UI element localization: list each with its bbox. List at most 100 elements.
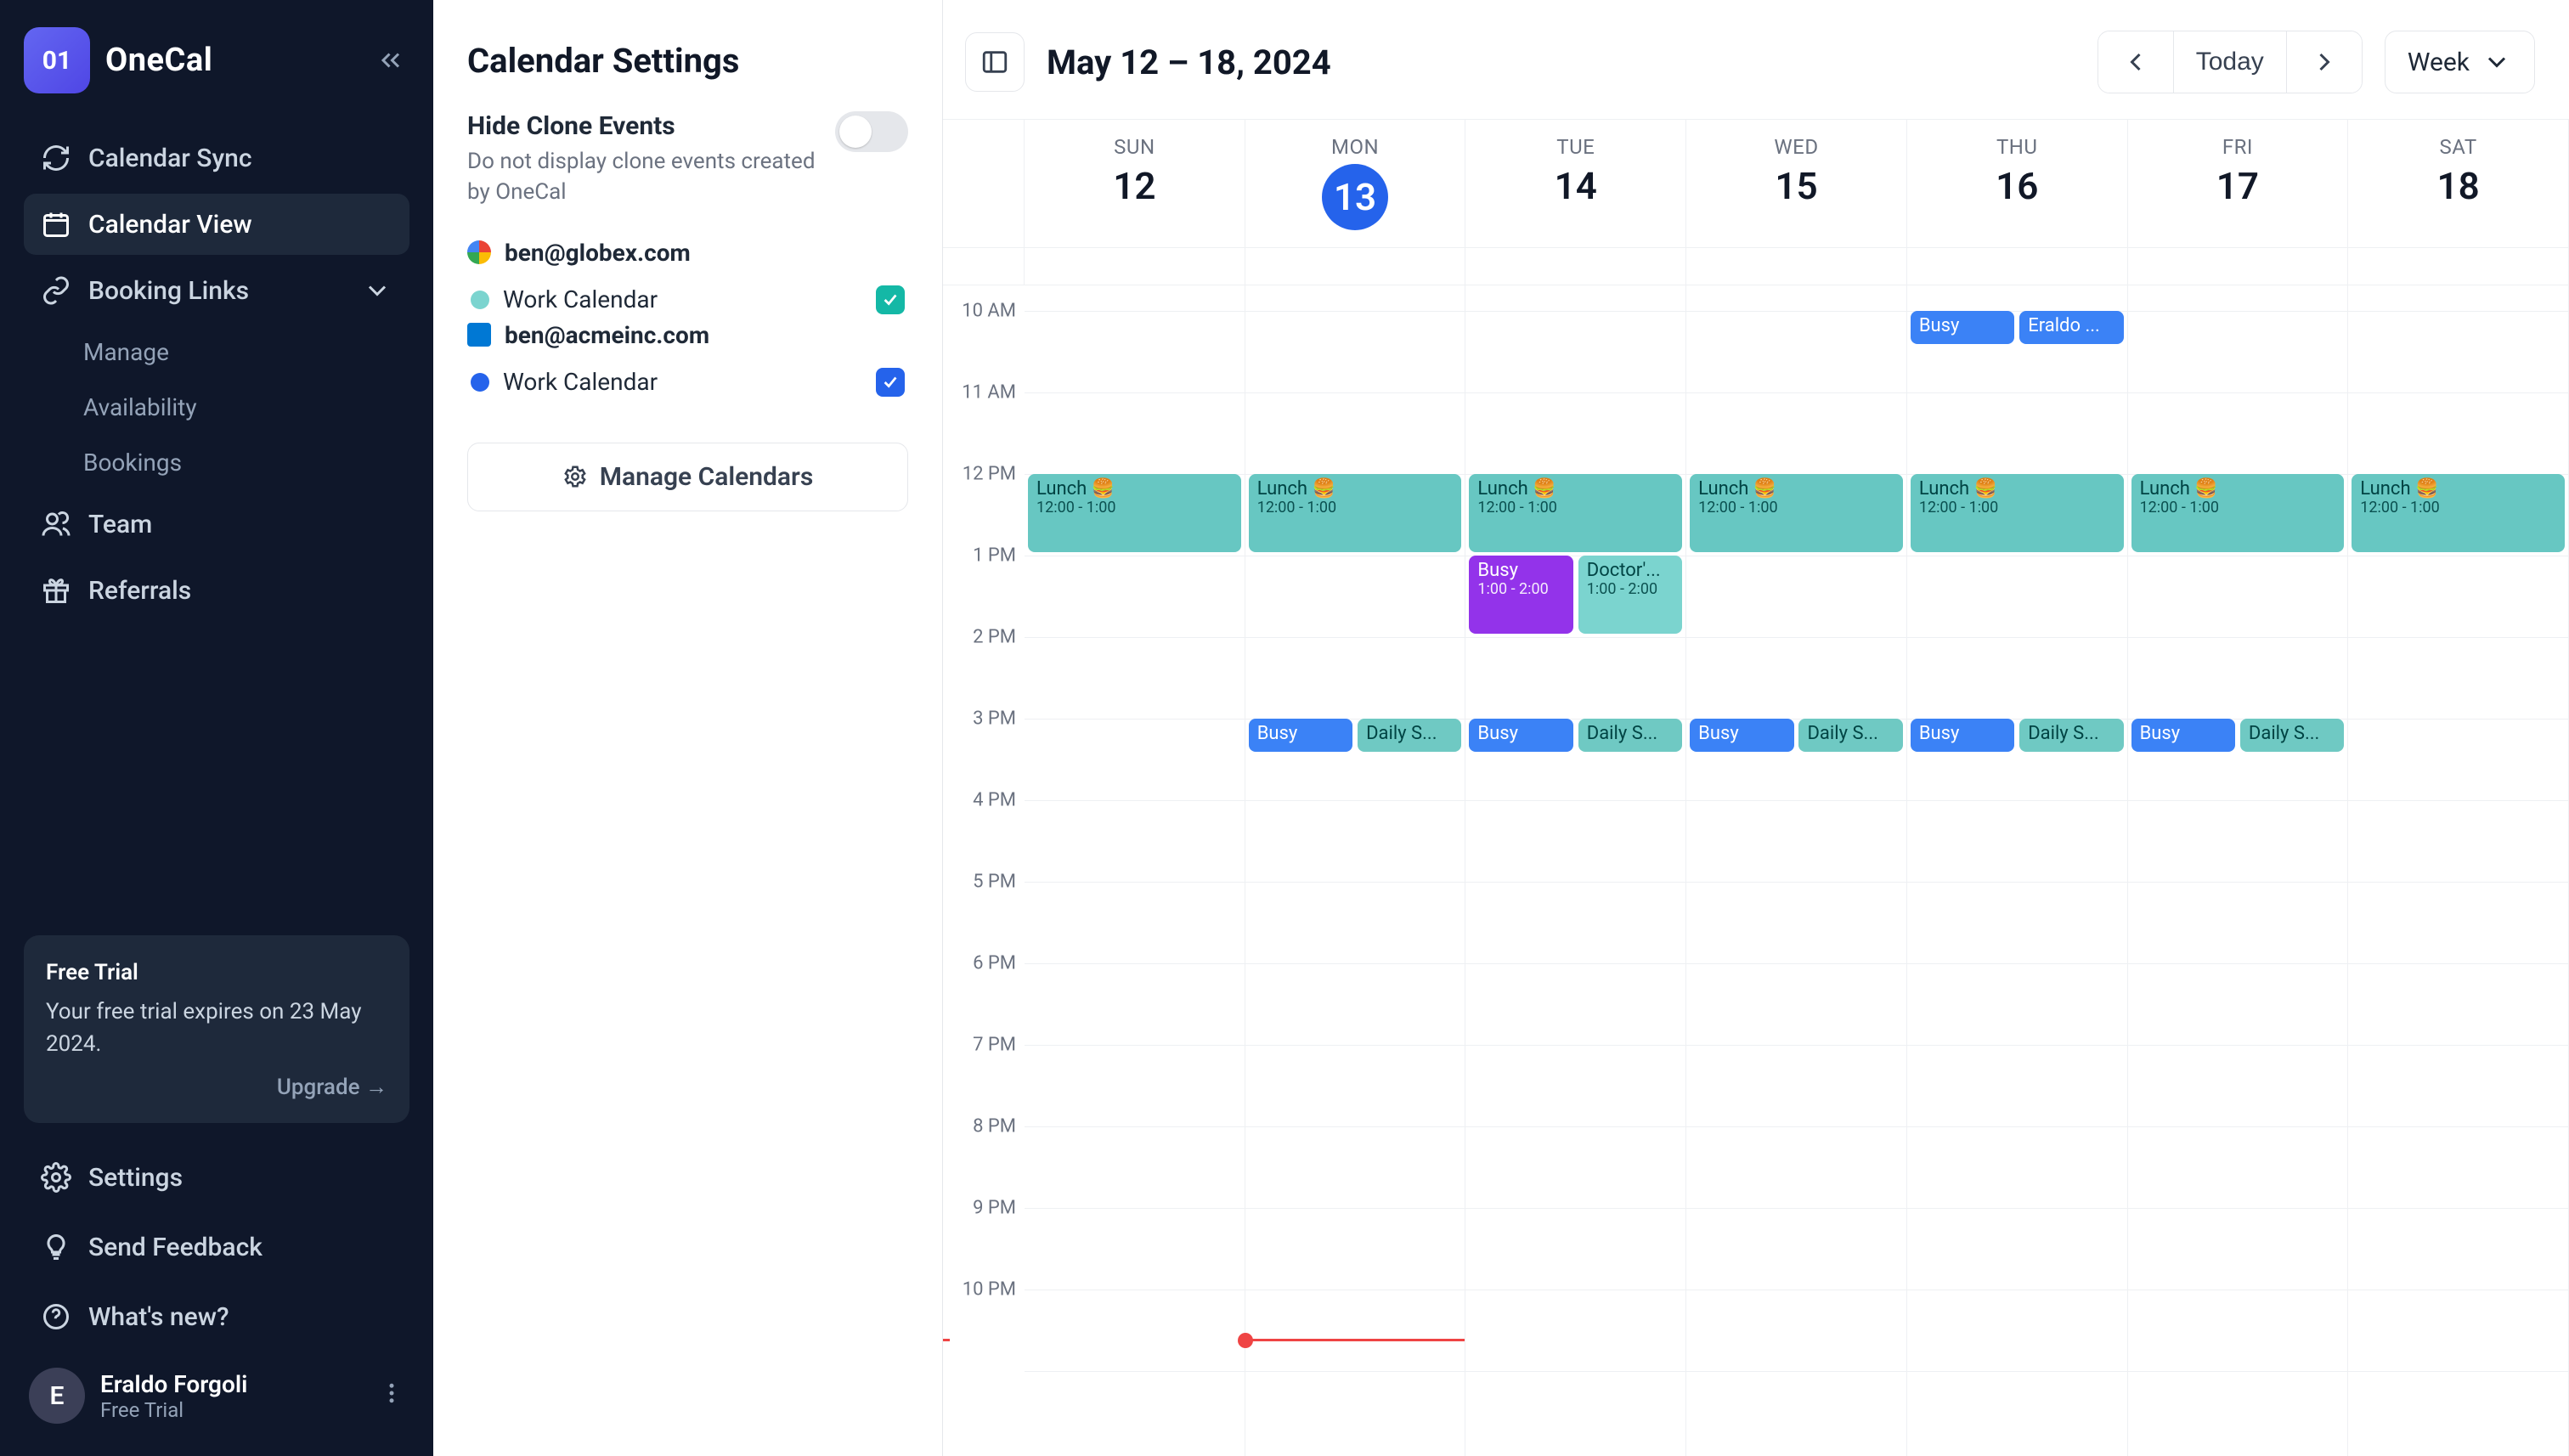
view-select[interactable]: Week (2385, 31, 2535, 93)
manage-calendars-button[interactable]: Manage Calendars (467, 443, 908, 511)
nav-settings[interactable]: Settings (24, 1147, 409, 1208)
calendar-row: Work Calendar (467, 361, 908, 404)
day-column[interactable]: BusyEraldo ...Lunch 🍔12:00 - 1:00BusyDai… (1907, 285, 2128, 1456)
day-column[interactable]: Lunch 🍔12:00 - 1:00 (2348, 285, 2569, 1456)
calendar-row: Work Calendar (467, 279, 908, 321)
event-title: Daily S... (1587, 724, 1674, 744)
hour-label: 4 PM (973, 790, 1016, 811)
time-gutter: 10 AM11 AM12 PM1 PM2 PM3 PM4 PM5 PM6 PM7… (943, 285, 1025, 1456)
calendar-event[interactable]: Doctor'...1:00 - 2:00 (1578, 556, 1682, 634)
gear-icon (562, 464, 588, 489)
calendar-visibility-checkbox[interactable] (876, 368, 905, 397)
event-title: Daily S... (1366, 724, 1453, 744)
calendar-body[interactable]: 10 AM11 AM12 PM1 PM2 PM3 PM4 PM5 PM6 PM7… (943, 285, 2569, 1456)
day-header[interactable]: SAT18 (2348, 120, 2569, 247)
upgrade-link[interactable]: Upgrade → (46, 1072, 387, 1104)
event-title: Daily S... (2249, 724, 2335, 744)
nav-calendar-view[interactable]: Calendar View (24, 194, 409, 255)
nav-label: Calendar View (88, 210, 252, 240)
calendar-event[interactable]: Eraldo ... (2019, 311, 2123, 344)
nav-send-feedback[interactable]: Send Feedback (24, 1216, 409, 1278)
day-header[interactable]: MON13 (1245, 120, 1466, 247)
calendar-event[interactable]: Daily S... (1798, 719, 1902, 752)
logo[interactable]: 01 OneCal (24, 27, 212, 93)
avatar: E (29, 1368, 85, 1424)
event-time: 12:00 - 1:00 (1919, 499, 2115, 516)
day-header[interactable]: SUN12 (1025, 120, 1245, 247)
event-title: Lunch 🍔 (1919, 479, 2115, 499)
day-header[interactable]: THU16 (1907, 120, 2128, 247)
event-title: Lunch 🍔 (2360, 479, 2556, 499)
calendar-event[interactable]: Lunch 🍔12:00 - 1:00 (1469, 474, 1682, 552)
hour-label: 10 AM (962, 301, 1016, 322)
nav-booking-links[interactable]: Booking Links (24, 260, 409, 321)
event-title: Busy (2140, 724, 2227, 744)
calendar-event[interactable]: Busy (2131, 719, 2235, 752)
day-column[interactable]: Lunch 🍔12:00 - 1:00 (1025, 285, 1245, 1456)
calendar-event[interactable]: Lunch 🍔12:00 - 1:00 (2352, 474, 2565, 552)
nav-label: Booking Links (88, 276, 249, 306)
hour-label: 2 PM (973, 627, 1016, 648)
calendar-event[interactable]: Busy (1911, 719, 2014, 752)
calendar-event[interactable]: Busy (1469, 719, 1572, 752)
chevron-double-left-icon (375, 45, 406, 76)
trial-card: Free Trial Your free trial expires on 23… (24, 935, 409, 1123)
day-column[interactable]: Lunch 🍔12:00 - 1:00 Busy Daily S... (1245, 285, 1466, 1456)
account-header: ben@globex.com (467, 239, 908, 267)
nav-label: Referrals (88, 576, 191, 606)
event-title: Lunch 🍔 (2140, 479, 2336, 499)
account-email: ben@acmeinc.com (505, 321, 709, 349)
calendar-event[interactable]: Busy (1911, 311, 2014, 344)
calendar-event[interactable]: Daily S... (2240, 719, 2344, 752)
chevron-down-icon (2481, 47, 2512, 77)
help-icon (41, 1301, 71, 1332)
calendar-event[interactable]: Lunch 🍔12:00 - 1:00 (1690, 474, 1903, 552)
day-column[interactable]: Lunch 🍔12:00 - 1:00 Busy Daily S... (2128, 285, 2349, 1456)
calendar-event[interactable]: Lunch 🍔12:00 - 1:00 (1911, 474, 2124, 552)
calendar-event[interactable]: Busy (1249, 719, 1352, 752)
calendar-event[interactable]: Lunch 🍔12:00 - 1:00 (2131, 474, 2345, 552)
nav-calendar-sync[interactable]: Calendar Sync (24, 127, 409, 189)
hide-clone-toggle[interactable] (835, 111, 908, 152)
nav-booking-bookings[interactable]: Bookings (70, 437, 409, 488)
user-row[interactable]: E Eraldo Forgoli Free Trial (24, 1356, 409, 1436)
link-icon (41, 275, 71, 306)
event-time: 12:00 - 1:00 (1036, 499, 1233, 516)
user-plan: Free Trial (100, 1398, 247, 1422)
day-of-week-label: FRI (2222, 135, 2253, 159)
calendar-topbar: May 12 – 18, 2024 Today Week (943, 0, 2569, 119)
calendar-color-dot (471, 291, 489, 309)
day-column[interactable]: Lunch 🍔12:00 - 1:00Busy1:00 - 2:00Doctor… (1465, 285, 1686, 1456)
sidebar-collapse-button[interactable] (372, 42, 409, 79)
calendar-visibility-checkbox[interactable] (876, 285, 905, 314)
chevron-left-icon (2120, 47, 2151, 77)
view-select-label: Week (2408, 48, 2470, 77)
today-button[interactable]: Today (2173, 31, 2286, 93)
day-header[interactable]: TUE14 (1465, 120, 1686, 247)
user-more-button[interactable] (379, 1380, 404, 1412)
event-title: Daily S... (1807, 724, 1894, 744)
next-week-button[interactable] (2286, 31, 2362, 93)
calendar-event[interactable]: Daily S... (1578, 719, 1682, 752)
calendar-event[interactable]: Daily S... (2019, 719, 2123, 752)
nav-label: What's new? (88, 1302, 229, 1332)
nav-referrals[interactable]: Referrals (24, 560, 409, 621)
nav-whats-new[interactable]: What's new? (24, 1286, 409, 1347)
day-column[interactable]: Lunch 🍔12:00 - 1:00 Busy Daily S... (1686, 285, 1907, 1456)
calendar-event[interactable]: Daily S... (1358, 719, 1461, 752)
day-header[interactable]: FRI17 (2128, 120, 2349, 247)
users-icon (41, 509, 71, 539)
calendar-event[interactable]: Busy1:00 - 2:00 (1469, 556, 1572, 634)
nav-booking-manage[interactable]: Manage (70, 326, 409, 378)
settings-panel-toggle[interactable] (965, 32, 1025, 92)
day-number: 14 (1555, 164, 1597, 208)
day-number: 16 (1996, 164, 2038, 208)
calendar-event[interactable]: Lunch 🍔12:00 - 1:00 (1249, 474, 1462, 552)
prev-week-button[interactable] (2098, 31, 2173, 93)
day-header[interactable]: WED15 (1686, 120, 1907, 247)
nav-booking-availability[interactable]: Availability (70, 381, 409, 433)
calendar-event[interactable]: Busy (1690, 719, 1793, 752)
event-title: Lunch 🍔 (1477, 479, 1674, 499)
nav-team[interactable]: Team (24, 494, 409, 555)
calendar-event[interactable]: Lunch 🍔12:00 - 1:00 (1028, 474, 1241, 552)
